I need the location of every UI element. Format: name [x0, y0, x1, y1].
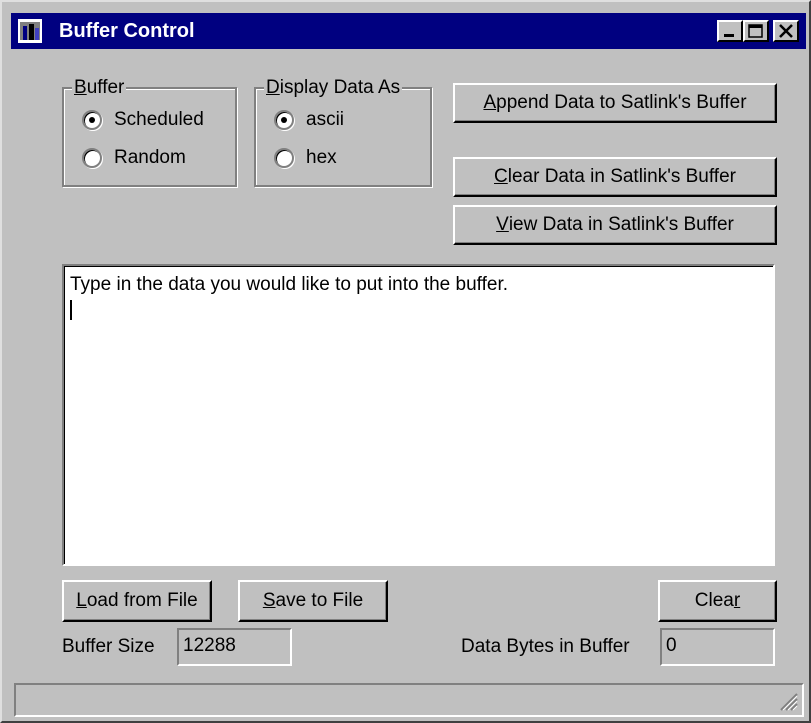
radio-ascii-label: ascii — [306, 109, 345, 130]
close-icon — [779, 24, 793, 38]
status-bar — [14, 683, 804, 717]
radio-ascii[interactable]: ascii — [274, 109, 344, 131]
buffer-control-window: Buffer Control Buffer Scheduled Random D… — [0, 0, 811, 723]
radio-random-control[interactable] — [82, 148, 102, 168]
maximize-button[interactable] — [743, 20, 769, 42]
radio-scheduled-control[interactable] — [82, 110, 102, 130]
radio-random[interactable]: Random — [82, 147, 186, 169]
app-icon[interactable] — [17, 18, 43, 44]
buffer-groupbox: Buffer Scheduled Random — [62, 77, 237, 187]
minimize-icon — [724, 34, 734, 37]
radio-ascii-control[interactable] — [274, 110, 294, 130]
buffer-group-label: Buffer — [72, 77, 127, 99]
radio-scheduled[interactable]: Scheduled — [82, 109, 204, 131]
resize-grip-icon[interactable] — [776, 689, 798, 711]
buffer-size-label: Buffer Size — [62, 636, 155, 657]
title-bar[interactable]: Buffer Control — [11, 13, 806, 49]
display-data-as-label: Display Data As — [264, 77, 403, 99]
minimize-button[interactable] — [717, 20, 743, 42]
buffer-data-textarea[interactable]: Type in the data you would like to put i… — [62, 264, 775, 566]
clear-button[interactable]: Clea r — [658, 580, 777, 622]
save-to-file-button[interactable]: Save to File — [238, 580, 388, 622]
radio-hex-label: hex — [306, 147, 337, 168]
load-from-file-button[interactable]: Load from File — [62, 580, 212, 622]
view-data-button[interactable]: View Data in Satlink's Buffer — [453, 205, 777, 245]
close-button[interactable] — [773, 20, 799, 42]
window-title: Buffer Control — [59, 20, 195, 42]
radio-hex[interactable]: hex — [274, 147, 337, 169]
display-data-as-groupbox: Display Data As ascii hex — [254, 77, 432, 187]
radio-scheduled-label: Scheduled — [114, 109, 204, 130]
radio-hex-control[interactable] — [274, 148, 294, 168]
text-caret — [70, 300, 72, 320]
buffer-size-field: 12288 — [177, 628, 292, 666]
data-bytes-label: Data Bytes in Buffer — [461, 636, 630, 657]
append-data-button[interactable]: Append Data to Satlink's Buffer — [453, 83, 777, 123]
maximize-icon — [748, 24, 763, 38]
data-bytes-field: 0 — [660, 628, 775, 666]
textarea-content: Type in the data you would like to put i… — [70, 274, 509, 295]
radio-random-label: Random — [114, 147, 186, 168]
clear-data-button[interactable]: Clear Data in Satlink's Buffer — [453, 157, 777, 197]
